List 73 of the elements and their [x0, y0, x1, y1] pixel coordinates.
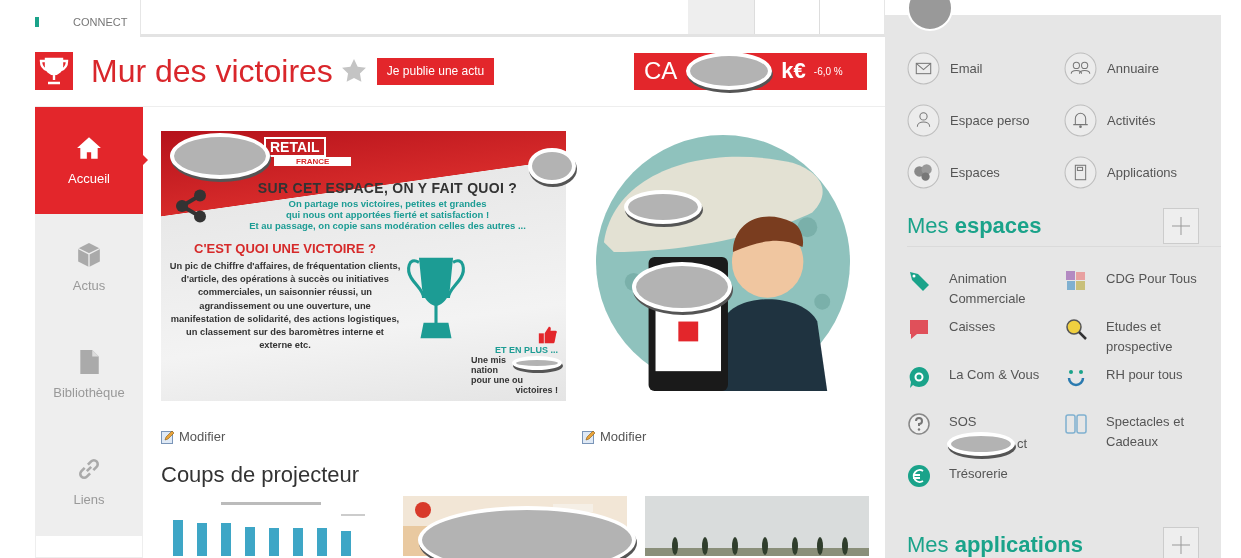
plus-icon	[1171, 216, 1191, 236]
space-label: Caisses	[949, 318, 997, 336]
space-link[interactable]: Spectacles et Cadeaux	[1064, 412, 1211, 452]
redaction-mark	[947, 432, 1015, 456]
space-link[interactable]: Animation Commerciale	[907, 269, 1064, 309]
edit-link[interactable]: Modifier	[582, 429, 647, 444]
people-icon	[1064, 52, 1097, 85]
page-title: Mur des victoires	[91, 52, 333, 90]
edit-link[interactable]: Modifier	[161, 429, 226, 444]
thumbs-up-icon	[538, 325, 558, 345]
quick-link[interactable]: Activités	[1064, 104, 1199, 137]
kpi-label: CA	[644, 57, 678, 85]
euro-icon	[907, 464, 931, 488]
add-button[interactable]	[1163, 208, 1199, 244]
favorite-star-icon[interactable]	[340, 58, 367, 84]
banner-text: victoires !	[515, 385, 558, 395]
space-label: Trésorerie	[949, 465, 1009, 483]
quick-link[interactable]: Email	[907, 52, 1064, 85]
quick-link[interactable]: Espaces	[907, 156, 1064, 189]
space-link[interactable]: La Com & Vous	[907, 365, 1064, 404]
cube-icon	[76, 242, 102, 268]
link-icon	[76, 456, 102, 482]
space-link[interactable]: Caisses	[907, 317, 1064, 356]
magnifier-icon	[1064, 317, 1088, 341]
redaction-mark	[528, 148, 576, 184]
home-icon	[76, 135, 102, 161]
logo[interactable]: CONNECT	[35, 16, 140, 36]
banner-text: Une mis	[471, 355, 506, 365]
edit-icon	[582, 429, 596, 444]
space-link[interactable]: SOS ct	[907, 412, 1064, 456]
kpi-change: -6,0 %	[813, 65, 843, 77]
space-link[interactable]: Trésorerie	[907, 464, 1064, 503]
question-icon	[907, 412, 931, 436]
trophy-icon	[35, 52, 73, 90]
banner-text: nation	[471, 365, 498, 375]
mail-icon	[907, 52, 940, 85]
section-title: Coups de projecteur	[161, 462, 360, 488]
banner-text: qui nous ont apportées fierté et satisfaction !	[285, 209, 490, 220]
share-icon	[173, 187, 209, 224]
publish-button[interactable]: Je publie une actu	[376, 57, 495, 85]
plus-icon	[1171, 535, 1191, 555]
collage-icon	[1064, 269, 1088, 293]
quick-link[interactable]: Annuaire	[1064, 52, 1199, 85]
space-label: Animation Commerciale	[949, 270, 1027, 308]
section-title: Mes espaces	[907, 213, 1042, 239]
quick-link[interactable]: Applications	[1064, 156, 1199, 189]
space-label: SOS	[949, 413, 978, 431]
space-link[interactable]: Etudes et prospective	[1064, 317, 1211, 357]
space-label: La Com & Vous	[949, 366, 1041, 384]
bubble-icon	[907, 317, 931, 341]
kpi-unit: k€	[781, 58, 806, 84]
space-label: ct	[1017, 435, 1028, 453]
space-link[interactable]: CDG Pour Tous	[1064, 269, 1211, 308]
banner-text: Et au passage, on copie sans modération celles des autres ...	[249, 220, 526, 231]
space-link[interactable]: RH pour tous	[1064, 365, 1211, 404]
bell-icon	[1064, 104, 1097, 137]
banner-subheading: C'EST QUOI UNE VICTOIRE ?	[194, 241, 376, 256]
notebook-icon	[1064, 156, 1097, 189]
quick-link[interactable]: Espace perso	[907, 104, 1064, 137]
space-label: RH pour tous	[1106, 366, 1184, 384]
space-label: Etudes et prospective	[1106, 318, 1174, 356]
tag-icon	[907, 269, 931, 293]
section-title: Mes applications	[907, 532, 1084, 558]
person-icon	[907, 104, 940, 137]
space-label: Spectacles et Cadeaux	[1106, 413, 1186, 451]
banner-paragraph: Un pic de Chiffre d'affaires, de fréquentation clients, d'article, des opérations à succès ou initiatives commerciales, un saisonnier réussi, un agrandissement ou une ouverture, une manifestation de solidarité, des actions logistiques, un classement sur des baromètres interne et externe etc.	[169, 260, 401, 353]
cloud-icon	[907, 156, 940, 189]
edit-icon	[161, 429, 175, 444]
banner-text: On partage nos victoires, petites et grandes	[288, 198, 487, 209]
space-label: CDG Pour Tous	[1106, 270, 1198, 288]
banner-text: pour une ou	[471, 375, 523, 385]
add-button[interactable]	[1163, 527, 1199, 558]
banner-subheading: ET EN PLUS ...	[495, 345, 558, 355]
